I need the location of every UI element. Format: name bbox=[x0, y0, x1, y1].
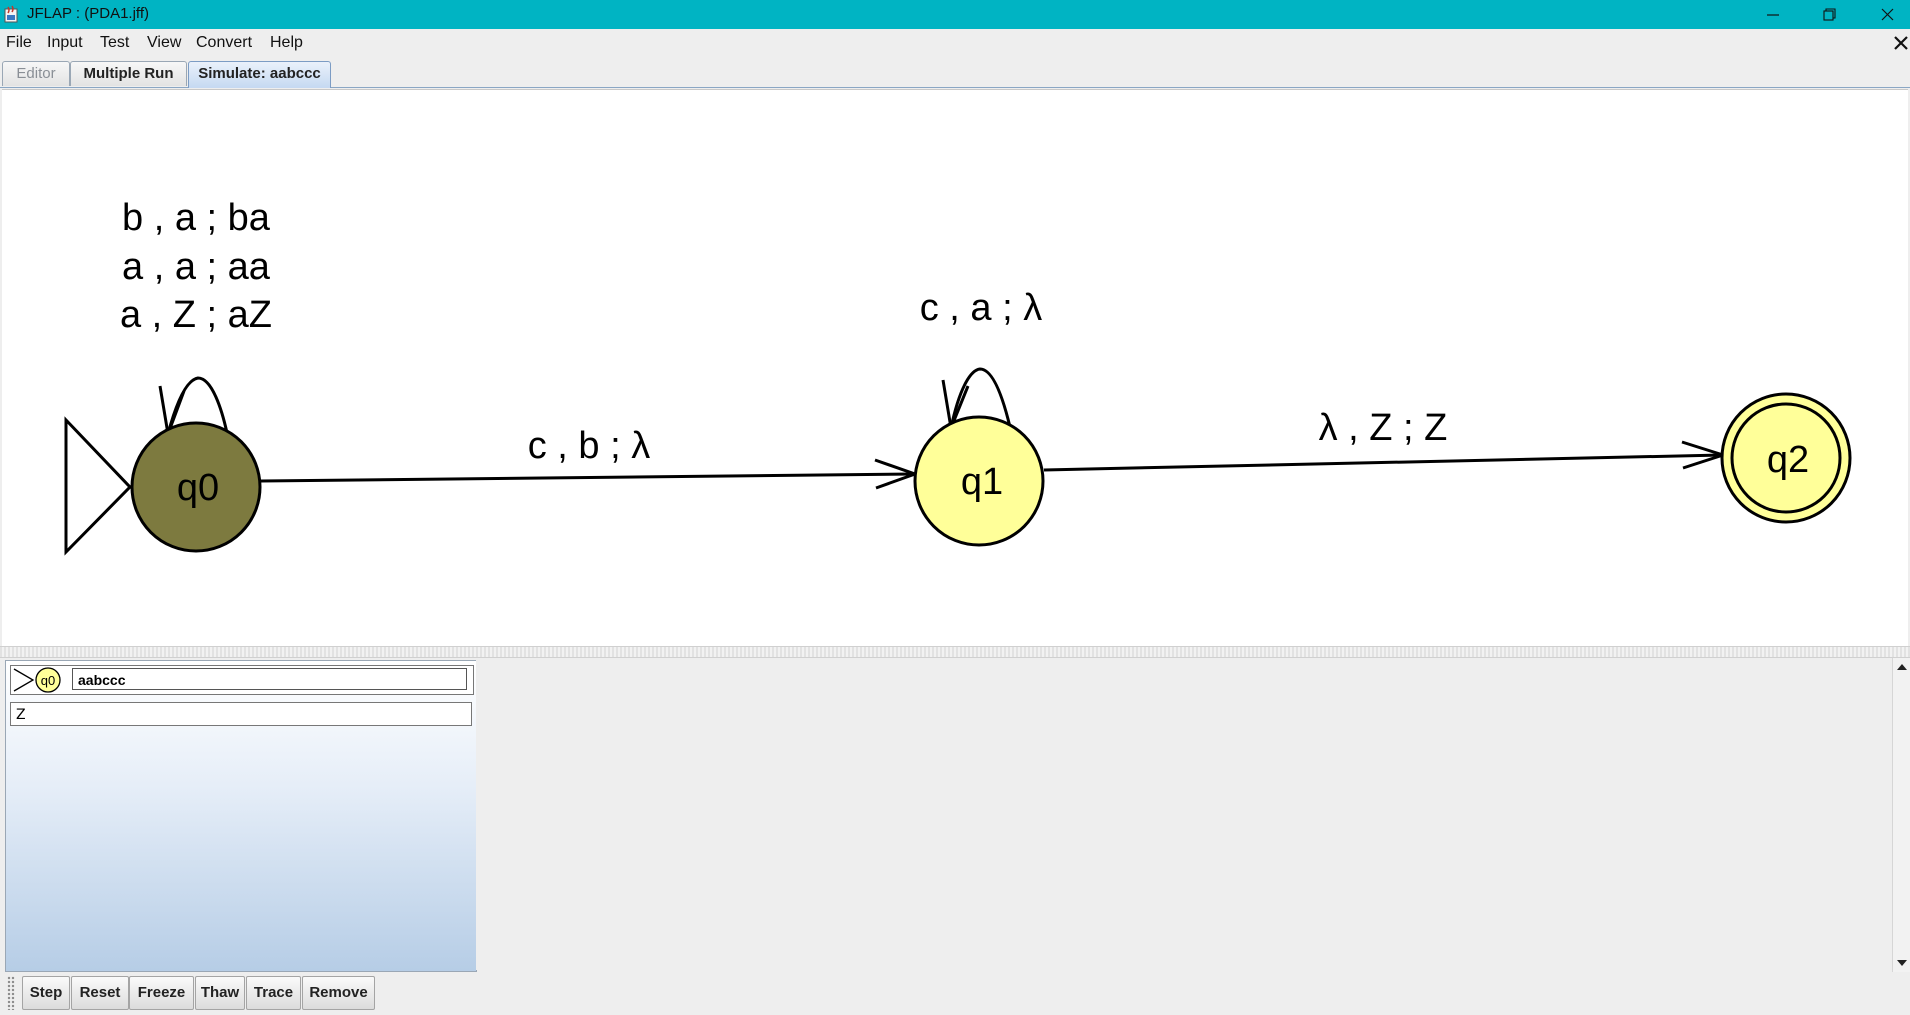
restore-button[interactable] bbox=[1800, 0, 1858, 29]
remaining-input-field: aabccc bbox=[72, 668, 467, 690]
reset-button[interactable]: Reset bbox=[71, 976, 129, 1010]
configuration-panel[interactable]: q0 aabccc Z bbox=[5, 660, 477, 972]
remove-button[interactable]: Remove bbox=[302, 976, 375, 1010]
thaw-button[interactable]: Thaw bbox=[195, 976, 245, 1010]
freeze-button[interactable]: Freeze bbox=[129, 976, 194, 1010]
state-q0-label: q0 bbox=[177, 467, 219, 509]
restore-icon bbox=[1822, 8, 1836, 21]
loop-q0-label-2: a , a ; aa bbox=[122, 246, 271, 288]
config-state-label: q0 bbox=[41, 673, 55, 688]
scroll-up-icon[interactable] bbox=[1893, 658, 1910, 676]
automaton-canvas[interactable]: b , a ; ba a , a ; aa a , Z ; aZ c , b ;… bbox=[2, 89, 1908, 646]
loop-q0-label-1: b , a ; ba bbox=[122, 197, 271, 239]
split-pane-divider[interactable] bbox=[0, 646, 1910, 658]
close-tab-button[interactable] bbox=[1892, 31, 1910, 55]
simulation-toolbar: Step Reset Freeze Thaw Trace Remove bbox=[0, 972, 1910, 1015]
menu-convert[interactable]: Convert bbox=[196, 34, 252, 52]
menu-bar: File Input Test View Convert Help bbox=[0, 29, 1910, 58]
edge-q1-q2-label: λ , Z ; Z bbox=[1319, 407, 1448, 449]
close-icon bbox=[1894, 36, 1908, 50]
tab-multiple-run[interactable]: Multiple Run bbox=[70, 61, 187, 86]
loop-q0-label-3: a , Z ; aZ bbox=[120, 294, 272, 336]
state-q1-label: q1 bbox=[961, 461, 1003, 503]
tab-editor[interactable]: Editor bbox=[2, 61, 70, 86]
tab-strip: Editor Multiple Run Simulate: aabccc bbox=[0, 58, 1910, 88]
window-title: JFLAP : (PDA1.jff) bbox=[27, 5, 149, 22]
automaton-diagram: b , a ; ba a , a ; aa a , Z ; aZ c , b ;… bbox=[64, 197, 1852, 556]
scroll-down-icon[interactable] bbox=[1893, 954, 1910, 972]
configurations-area bbox=[476, 660, 1892, 970]
config-state-icon: q0 bbox=[13, 667, 61, 693]
edge-q0-q1-label: c , b ; λ bbox=[528, 425, 650, 467]
configuration-state-row[interactable]: q0 aabccc bbox=[10, 665, 474, 695]
transition-q0-q1 bbox=[260, 472, 915, 483]
toolbar-grip-icon[interactable] bbox=[7, 976, 15, 1010]
menu-test[interactable]: Test bbox=[100, 34, 129, 52]
loop-q1-label: c , a ; λ bbox=[920, 287, 1042, 329]
minimize-icon bbox=[1767, 13, 1779, 16]
initial-state-marker bbox=[64, 416, 133, 556]
menu-help[interactable]: Help bbox=[270, 34, 303, 52]
menu-input[interactable]: Input bbox=[47, 34, 83, 52]
menu-file[interactable]: File bbox=[6, 34, 32, 52]
tab-simulate[interactable]: Simulate: aabccc bbox=[188, 61, 331, 88]
state-q2-label: q2 bbox=[1767, 439, 1809, 481]
minimize-button[interactable] bbox=[1744, 0, 1802, 29]
vertical-scrollbar[interactable] bbox=[1892, 658, 1910, 972]
menu-view[interactable]: View bbox=[147, 34, 181, 52]
close-window-button[interactable] bbox=[1858, 0, 1910, 29]
transition-q1-q2 bbox=[1043, 453, 1723, 472]
step-button[interactable]: Step bbox=[22, 976, 70, 1010]
trace-button[interactable]: Trace bbox=[246, 976, 301, 1010]
stack-contents-field: Z bbox=[10, 702, 472, 726]
close-icon bbox=[1881, 8, 1893, 21]
jflap-app-icon bbox=[4, 5, 18, 23]
title-bar: JFLAP : (PDA1.jff) bbox=[0, 0, 1910, 29]
